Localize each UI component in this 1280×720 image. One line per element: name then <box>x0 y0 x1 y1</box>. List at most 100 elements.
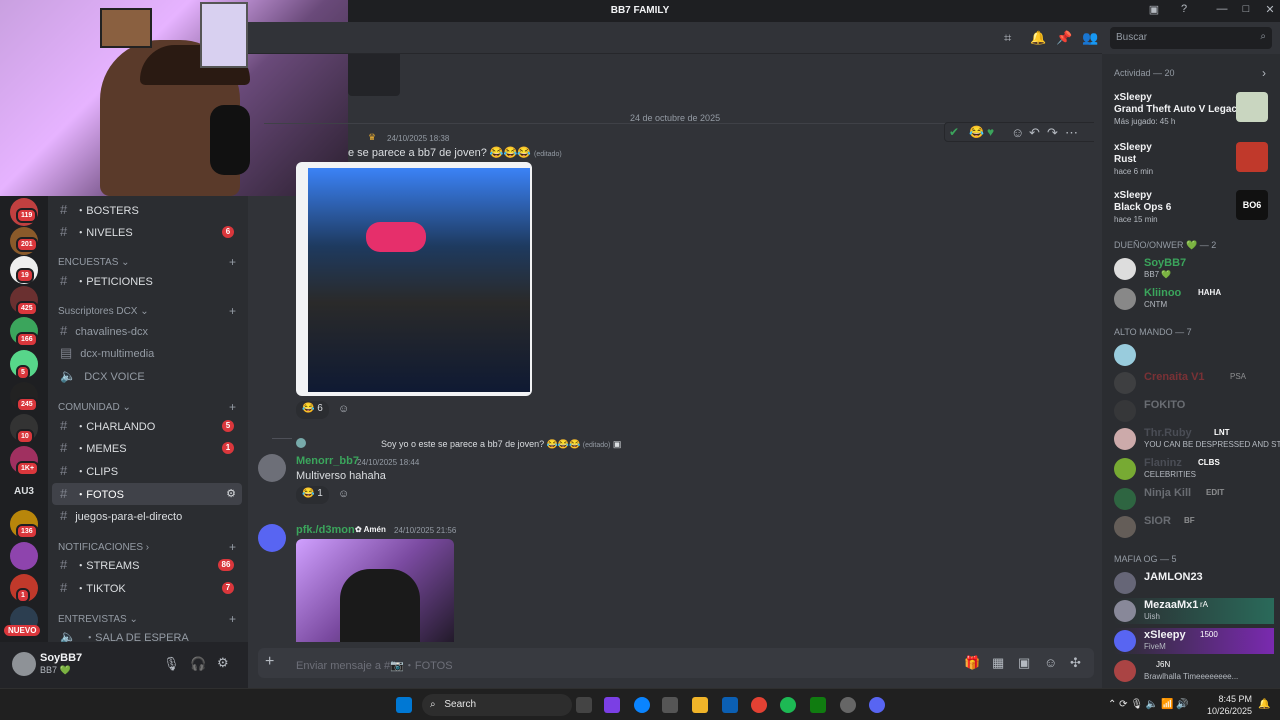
more-icon[interactable]: ⋯ <box>1065 125 1078 141</box>
activity-card[interactable]: xSleepy Black Ops 6 hace 15 min BO6 <box>1114 190 1274 234</box>
heart-reaction-icon[interactable]: ♥ <box>987 125 994 139</box>
bell-icon[interactable]: 🔔 <box>1030 30 1046 46</box>
maximize-button[interactable]: □ <box>1238 3 1254 19</box>
add-reaction-icon[interactable]: ☺ <box>1011 125 1024 140</box>
member[interactable] <box>1114 342 1274 368</box>
edge-icon[interactable] <box>634 697 650 713</box>
taskbar-search[interactable]: ⌕ Search <box>422 694 572 716</box>
member[interactable]: xSleepy 1500 FiveM <box>1114 628 1274 654</box>
channel-peticiones[interactable]: # ・PETICIONES <box>52 270 242 292</box>
add-reaction-icon[interactable]: ☺ <box>338 488 349 500</box>
category-comunidad[interactable]: COMUNIDAD ⌄ <box>58 402 131 413</box>
activity-card[interactable]: xSleepy Rust hace 6 min <box>1114 142 1274 186</box>
channel-tiktok[interactable]: # ・TIKTOK 7 <box>52 577 242 599</box>
channel-charlando[interactable]: # ・CHARLANDO 5 <box>52 415 242 437</box>
add-channel-icon[interactable]: + <box>229 304 236 318</box>
sticker-icon[interactable]: ▣ <box>1018 655 1030 671</box>
channel-clips[interactable]: # ・CLIPS <box>52 460 242 482</box>
discord-icon[interactable] <box>869 697 885 713</box>
gift-icon[interactable]: 🎁 <box>964 655 980 671</box>
member[interactable]: SoyBB7 BB7 💚 <box>1114 256 1274 282</box>
spotify-icon[interactable] <box>780 697 796 713</box>
settings-icon[interactable]: ⚙ <box>217 655 229 671</box>
threads-icon[interactable]: ⌗ <box>1004 30 1011 46</box>
category-encuestas[interactable]: ENCUESTAS ⌄ <box>58 257 130 268</box>
search-input[interactable]: Buscar ⌕ <box>1110 27 1272 49</box>
message-author[interactable]: pfk./d3mon <box>296 524 355 536</box>
activity-card[interactable]: xSleepy Grand Theft Auto V Legacy Más ju… <box>1114 92 1274 136</box>
member[interactable]: J6N Brawlhalla Timeeeeeeee... <box>1114 658 1274 684</box>
tray-icons[interactable]: ⌃ ⟳ 🎙 🔈 📶 🔊 <box>1108 699 1189 710</box>
member[interactable]: Thr.RubyLNTYOU CAN BE DESPRESSED AND STI… <box>1114 426 1280 452</box>
inbox-icon[interactable]: ▣ <box>1146 3 1162 19</box>
channel-fotos[interactable]: # ・FOTOS ⚙ <box>52 483 242 505</box>
gif-icon[interactable]: ▦ <box>992 655 1004 671</box>
app-icon[interactable] <box>840 697 856 713</box>
close-button[interactable]: ✕ <box>1262 3 1278 19</box>
member[interactable]: Flaninz CLBS CELEBRITIES <box>1114 456 1274 482</box>
attached-image[interactable] <box>296 162 532 396</box>
apps-icon[interactable]: ✣ <box>1070 655 1081 671</box>
explorer-icon[interactable] <box>692 697 708 713</box>
headphones-icon[interactable]: 🎧 <box>190 656 206 672</box>
member[interactable]: Kliinoo HAHA CNTM <box>1114 286 1274 312</box>
add-attachment-icon[interactable]: + <box>265 653 274 671</box>
forward-icon[interactable]: ↷ <box>1047 125 1058 141</box>
add-channel-icon[interactable]: + <box>229 255 236 269</box>
message-composer[interactable]: + Enviar mensaje a #📷・FOTOS 🎁 ▦ ▣ ☺ ✣ <box>258 648 1094 678</box>
channel-chavalines[interactable]: # chavalines-dcx <box>52 320 242 342</box>
server-label[interactable]: AU3 <box>8 486 40 497</box>
microphone-icon[interactable]: 🎙 <box>163 656 180 672</box>
avatar[interactable] <box>258 524 286 552</box>
member[interactable]: Crenaita V1 PSA <box>1114 370 1274 396</box>
xbox-icon[interactable] <box>810 697 826 713</box>
avatar[interactable] <box>12 652 36 676</box>
member[interactable]: SIOR BF <box>1114 514 1274 540</box>
copilot-icon[interactable] <box>604 697 620 713</box>
category-entrevistas[interactable]: ENTREVISTAS ⌄ <box>58 614 138 625</box>
channel-juegos[interactable]: # juegos-para-el-directo <box>52 505 242 527</box>
member[interactable]: Ninja Kill EDIT <box>1114 486 1274 512</box>
add-channel-icon[interactable]: + <box>229 612 236 626</box>
add-reaction-icon[interactable]: ☺ <box>338 403 349 415</box>
reply-preview[interactable]: Soy yo o este se parece a bb7 de joven? … <box>381 439 621 450</box>
emoji-icon[interactable]: ☺ <box>1044 655 1057 670</box>
attached-image[interactable] <box>296 539 454 642</box>
channel-niveles[interactable]: # ・NIVELES 6 <box>52 221 242 243</box>
check-reaction-icon[interactable]: ✔ <box>949 125 959 139</box>
settings-icon[interactable]: ⚙ <box>226 483 236 505</box>
start-icon[interactable] <box>396 697 412 713</box>
channel-bosters[interactable]: # ・BOSTERS <box>52 199 242 221</box>
message-author[interactable]: Menorr_bb7 <box>296 455 359 467</box>
channel-multimedia[interactable]: ▤ dcx-multimedia <box>52 342 242 364</box>
member[interactable]: JAMLON23 <box>1114 570 1274 596</box>
clock-date[interactable]: 10/26/2025 <box>1200 706 1252 716</box>
notification-icon[interactable]: 🔔 <box>1258 699 1270 710</box>
server-badge: 201 <box>16 237 38 252</box>
channel-memes[interactable]: # ・MEMES 1 <box>52 437 242 459</box>
chrome-icon[interactable] <box>751 697 767 713</box>
taskview-icon[interactable] <box>576 697 592 713</box>
add-channel-icon[interactable]: + <box>229 540 236 554</box>
category-notificaciones[interactable]: NOTIFICACIONES › <box>58 542 149 553</box>
avatar[interactable] <box>258 454 286 482</box>
add-channel-icon[interactable]: + <box>229 400 236 414</box>
reaction[interactable]: 😂 6 <box>296 401 329 419</box>
pin-icon[interactable]: 📌 <box>1056 30 1072 46</box>
chevron-right-icon[interactable]: › <box>1262 66 1266 80</box>
reaction[interactable]: 😂 1 <box>296 486 329 504</box>
member[interactable]: MezaaMx1 rA Uish <box>1114 598 1274 624</box>
clock-time[interactable]: 8:45 PM <box>1206 694 1252 704</box>
outlook-icon[interactable] <box>722 697 738 713</box>
members-icon[interactable]: 👥 <box>1082 30 1098 46</box>
server-icon[interactable] <box>10 542 38 570</box>
laugh-reaction-icon[interactable]: 😂 <box>969 125 984 139</box>
reply-icon[interactable]: ↶ <box>1029 125 1040 141</box>
store-icon[interactable] <box>662 697 678 713</box>
member[interactable]: FOKITO <box>1114 398 1274 424</box>
category-subs[interactable]: Suscriptores DCX ⌄ <box>58 306 149 317</box>
channel-streams[interactable]: # ・STREAMS 86 <box>52 554 242 576</box>
help-icon[interactable]: ? <box>1176 3 1192 19</box>
channel-voice[interactable]: 🔈 DCX VOICE <box>52 365 242 387</box>
minimize-button[interactable]: — <box>1214 3 1230 19</box>
